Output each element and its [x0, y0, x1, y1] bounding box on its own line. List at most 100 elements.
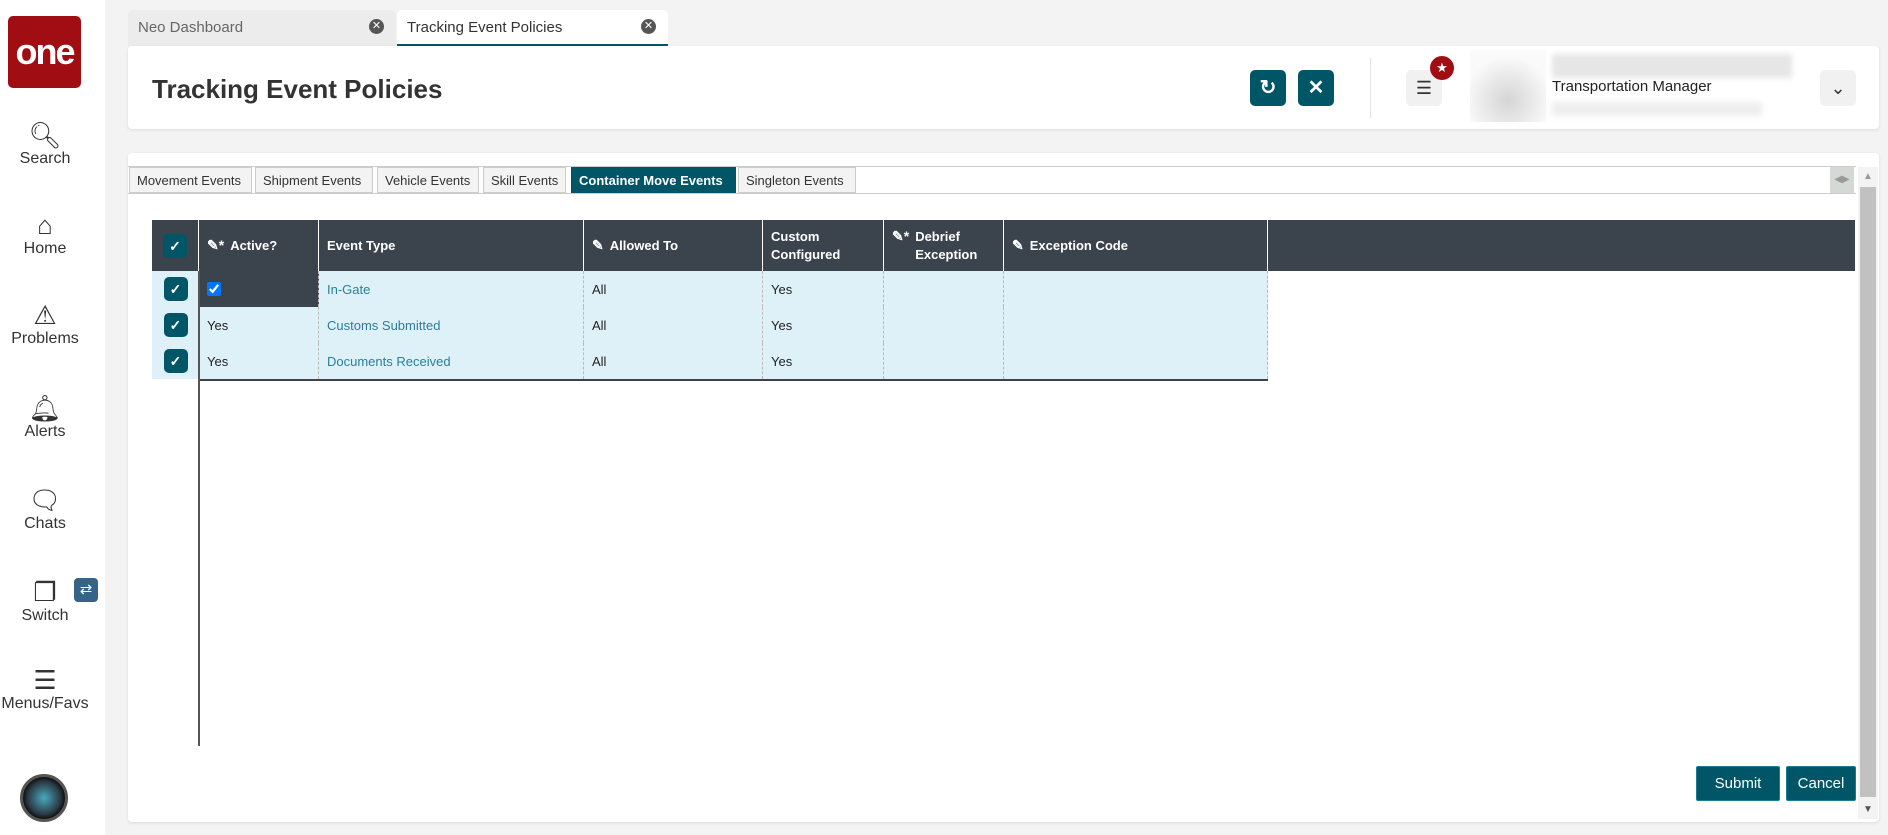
refresh-button[interactable]: ↻ — [1250, 70, 1286, 106]
home-icon: ⌂ — [37, 210, 53, 240]
logo[interactable]: one — [8, 16, 81, 88]
sidebar-item-alerts[interactable]: 🔔︎ Alerts — [0, 393, 90, 441]
row-select-checkbox[interactable]: ✓ — [152, 343, 199, 379]
check-icon: ✓ — [163, 313, 188, 337]
cell-value: Yes — [771, 281, 793, 297]
cell-debrief-exception — [884, 343, 1004, 379]
row-select-checkbox[interactable]: ✓ — [152, 307, 199, 343]
cell-active[interactable]: Yes — [199, 343, 319, 379]
chevron-down-icon: ⌄ — [1830, 78, 1846, 98]
assistant-avatar[interactable] — [20, 774, 68, 822]
tab-neo-dashboard[interactable]: Neo Dashboard ✕ — [128, 10, 396, 46]
row-select-checkbox[interactable]: ✓ — [152, 271, 199, 307]
user-menu-button[interactable]: ⌄ — [1820, 70, 1856, 106]
grid-frozen-divider — [198, 271, 200, 746]
cell-value: Customs Submitted — [327, 317, 441, 333]
vertical-scrollbar[interactable]: ▲ ▼ — [1858, 167, 1878, 819]
column-label: Debrief Exception — [915, 229, 978, 262]
close-icon[interactable]: ✕ — [641, 19, 656, 34]
cell-custom-configured: Yes — [763, 307, 884, 343]
cell-value: Yes — [771, 353, 793, 369]
subtab-shipment-events[interactable]: Shipment Events — [255, 167, 373, 193]
column-label: Custom Configured — [771, 228, 841, 262]
warning-icon: ⚠ — [33, 300, 57, 330]
tab-label: Neo Dashboard — [138, 19, 244, 36]
tab-tracking-event-policies[interactable]: Tracking Event Policies ✕ — [397, 10, 668, 46]
sidebar-item-chats[interactable]: 🗨︎ Chats — [0, 485, 90, 533]
scroll-down-icon[interactable]: ▼ — [1863, 804, 1873, 815]
cell-active[interactable]: Yes — [199, 307, 319, 343]
check-icon: ✓ — [163, 233, 187, 258]
close-icon: ✕ — [1307, 77, 1325, 99]
tab-label: Tracking Event Policies — [407, 19, 563, 36]
sidebar-item-home[interactable]: ⌂ Home — [0, 210, 90, 258]
edit-icon: ✎ — [1012, 237, 1024, 253]
scroll-up-icon[interactable]: ▲ — [1863, 171, 1873, 182]
check-icon: ✓ — [163, 349, 188, 373]
sidebar: one 🔍︎ Search ⌂ Home ⚠ Problems 🔔︎ Alerts 🗨︎… — [0, 0, 105, 835]
column-label: Active? — [230, 238, 278, 253]
cell-value: Yes — [771, 317, 793, 333]
sidebar-item-label: Home — [23, 240, 67, 257]
cell-allowed-to: All — [584, 271, 763, 307]
cell-active[interactable] — [199, 271, 319, 307]
grid-bottom-border — [199, 379, 1268, 381]
submit-button[interactable]: Submit — [1696, 766, 1780, 801]
chat-icon: 🗨︎ — [28, 485, 62, 515]
scrollbar-thumb[interactable] — [1860, 187, 1876, 797]
subtab-container-move-events[interactable]: Container Move Events — [571, 167, 736, 193]
sidebar-item-label: Switch — [21, 607, 69, 624]
column-header-exception-code[interactable]: ✎ Exception Code — [1004, 220, 1268, 271]
cancel-button[interactable]: Cancel — [1786, 766, 1856, 801]
menu-icon: ☰ — [33, 665, 57, 695]
user-name-blurred — [1552, 54, 1792, 78]
active-checkbox[interactable] — [207, 282, 221, 296]
sidebar-item-menus[interactable]: ☰ Menus/Favs — [0, 665, 90, 713]
column-header-event-type[interactable]: Event Type — [319, 220, 584, 271]
subtab-movement-events[interactable]: Movement Events — [129, 167, 252, 193]
cell-exception-code — [1004, 307, 1268, 343]
cell-exception-code — [1004, 271, 1268, 307]
column-header-allowed-to[interactable]: ✎ Allowed To — [584, 220, 763, 271]
cell-value: All — [592, 353, 607, 369]
cell-value: Yes — [207, 353, 229, 369]
check-icon: ✓ — [163, 277, 188, 301]
sidebar-item-problems[interactable]: ⚠ Problems — [0, 300, 90, 348]
cell-value: In-Gate — [327, 281, 371, 297]
tab-scroll-arrows[interactable]: ◀▶ — [1830, 167, 1854, 193]
cell-value: Yes — [207, 317, 229, 333]
cell-value: All — [592, 281, 607, 297]
cell-event-type[interactable]: Customs Submitted — [319, 307, 584, 343]
favorite-star-icon[interactable]: ★ — [1430, 56, 1454, 80]
tabs-border — [128, 193, 1856, 194]
column-header-custom-configured[interactable]: Custom Configured — [763, 220, 884, 271]
close-icon[interactable]: ✕ — [369, 19, 384, 34]
sidebar-item-search[interactable]: 🔍︎ Search — [0, 120, 90, 168]
column-header-debrief-exception[interactable]: ✎* Debrief Exception — [884, 220, 1004, 271]
subtab-singleton-events[interactable]: Singleton Events — [738, 167, 856, 193]
sidebar-item-label: Search — [19, 150, 71, 167]
sidebar-item-label: Chats — [24, 515, 66, 532]
column-header-active[interactable]: ✎* Active? — [199, 220, 319, 271]
cell-value: Documents Received — [327, 353, 451, 369]
close-button[interactable]: ✕ — [1298, 70, 1334, 106]
sidebar-item-label: Menus/Favs — [1, 695, 89, 712]
user-role: Transportation Manager — [1552, 78, 1712, 95]
column-label: Allowed To — [609, 238, 679, 253]
column-label: Exception Code — [1029, 238, 1128, 253]
switch-arrows-icon[interactable]: ⇄ — [74, 578, 98, 602]
menu-icon: ☰ — [1415, 78, 1433, 98]
bell-icon: 🔔︎ — [28, 393, 62, 423]
cell-exception-code — [1004, 343, 1268, 379]
user-avatar[interactable] — [1470, 50, 1546, 122]
subtab-skill-events[interactable]: Skill Events — [483, 167, 566, 193]
edit-required-icon: ✎* — [207, 237, 225, 253]
cell-event-type[interactable]: Documents Received — [319, 343, 584, 379]
search-icon: 🔍︎ — [28, 120, 62, 150]
cell-event-type[interactable]: In-Gate — [319, 271, 584, 307]
select-all-checkbox[interactable]: ✓ — [152, 220, 199, 271]
subtab-vehicle-events[interactable]: Vehicle Events — [377, 167, 479, 193]
user-org-blurred — [1552, 102, 1762, 116]
refresh-icon: ↻ — [1259, 77, 1277, 99]
edit-required-icon: ✎* — [892, 228, 910, 244]
